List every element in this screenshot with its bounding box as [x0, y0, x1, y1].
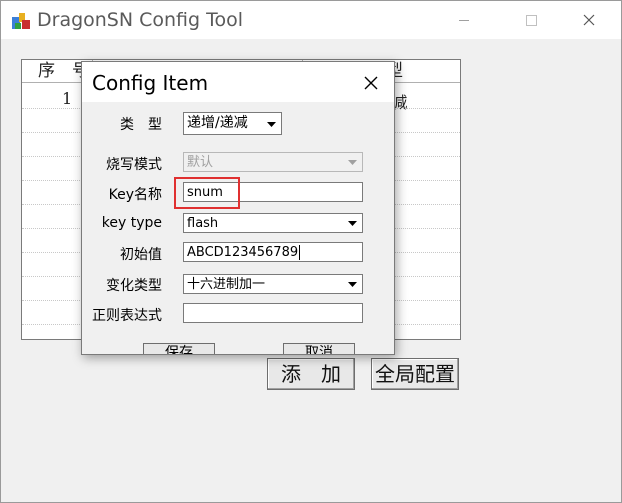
dialog-title: Config Item	[92, 71, 209, 95]
key-type-combobox[interactable]: flash	[183, 213, 363, 233]
init-value-input[interactable]: ABCD123456789	[183, 242, 363, 262]
add-button[interactable]: 添 加	[267, 358, 355, 390]
change-type-label: 变化类型	[106, 278, 162, 294]
window-title: DragonSN Config Tool	[37, 9, 244, 31]
global-config-button[interactable]: 全局配置	[371, 358, 459, 390]
annotation-highlight-box	[174, 177, 240, 209]
dialog-close-button[interactable]	[356, 68, 386, 98]
close-button[interactable]	[566, 1, 612, 39]
cancel-button[interactable]: 取消	[283, 343, 355, 354]
key-type-value: flash	[187, 216, 219, 231]
init-value-value: ABCD123456789	[187, 245, 299, 260]
type-combobox[interactable]: 递增/递减	[183, 112, 282, 135]
chevron-down-icon	[344, 154, 361, 170]
chevron-down-icon	[263, 116, 280, 132]
burn-mode-combobox[interactable]: 默认	[183, 152, 363, 172]
minimize-button[interactable]	[441, 1, 487, 39]
app-icon	[11, 11, 31, 31]
close-icon	[583, 14, 595, 26]
change-type-value: 十六进制加一	[187, 277, 266, 292]
key-name-label: Key名称	[108, 187, 162, 203]
init-value-label: 初始值	[120, 247, 162, 263]
save-button[interactable]: 保存	[143, 343, 215, 354]
config-item-dialog: Config Item 类 型 递增/递减 烧写模式 默认 Key名称 snum…	[81, 61, 395, 355]
type-label: 类 型	[120, 117, 162, 133]
regex-label: 正则表达式	[92, 308, 162, 324]
title-bar: DragonSN Config Tool	[1, 1, 621, 39]
maximize-button[interactable]	[508, 1, 554, 39]
key-type-label: key type	[101, 215, 162, 231]
regex-input[interactable]	[183, 303, 363, 323]
change-type-combobox[interactable]: 十六进制加一	[183, 274, 363, 294]
text-caret	[299, 245, 301, 260]
dialog-title-bar: Config Item	[82, 62, 394, 102]
burn-mode-value: 默认	[187, 155, 214, 170]
row-index: 1	[62, 89, 73, 108]
burn-mode-label: 烧写模式	[106, 157, 162, 173]
chevron-down-icon	[344, 215, 361, 231]
chevron-down-icon	[344, 276, 361, 292]
close-icon	[364, 76, 378, 90]
type-value: 递增/递减	[187, 115, 248, 131]
